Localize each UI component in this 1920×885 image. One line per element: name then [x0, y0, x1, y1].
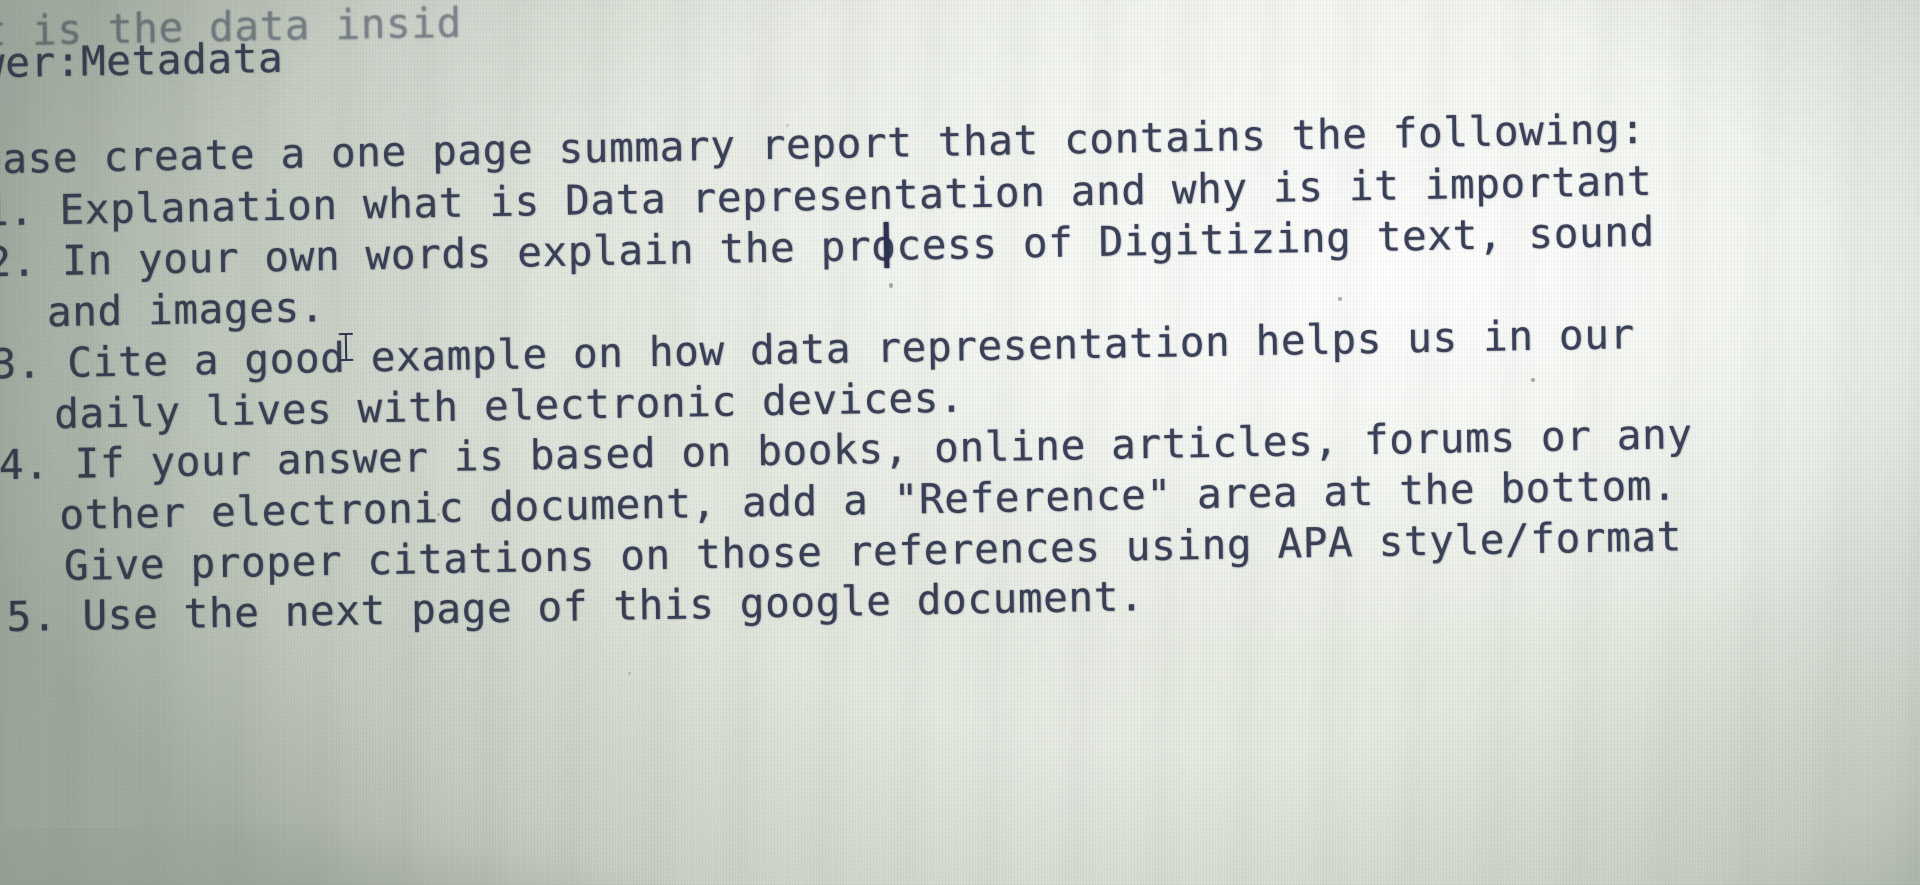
dust-speck: [786, 124, 789, 127]
dust-speck: [628, 672, 631, 675]
dust-speck: [1338, 297, 1342, 301]
dust-speck: [1531, 378, 1535, 382]
document-line-answer-metadata: wer:Metadata: [0, 33, 284, 88]
document-line-item-2-continued: and images.: [46, 283, 326, 337]
screenshot-canvas: t is the data insid wer:Metadata ease cr…: [0, 0, 1920, 885]
text-caret: [883, 221, 890, 269]
dust-speck: [889, 283, 893, 288]
document-text-area[interactable]: t is the data insid wer:Metadata ease cr…: [0, 0, 1920, 885]
dust-speck: [437, 513, 440, 516]
